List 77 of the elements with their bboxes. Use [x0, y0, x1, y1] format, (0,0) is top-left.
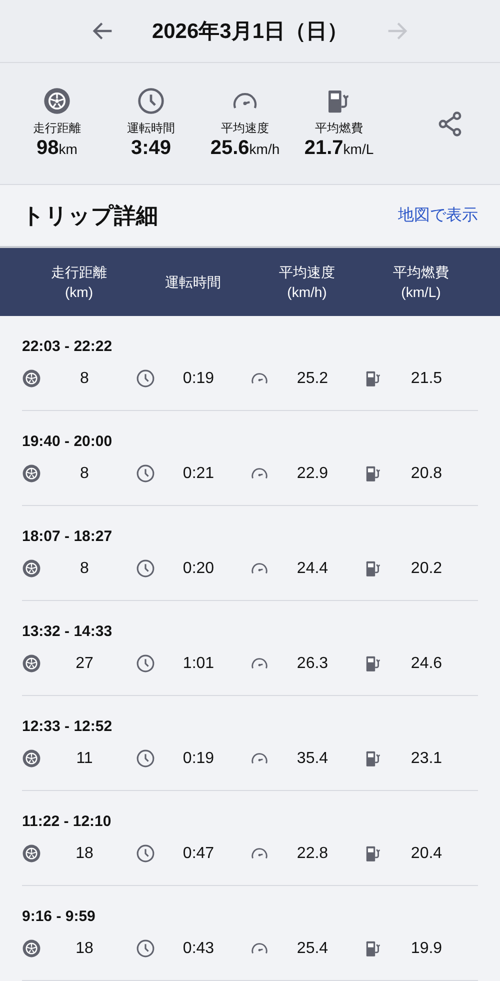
- clock-icon: [136, 844, 155, 863]
- wheel-icon: [22, 749, 41, 768]
- table-cell-text: 27: [74, 654, 94, 672]
- table-cell-text: 11: [75, 750, 94, 768]
- wheel-icon: [22, 369, 41, 388]
- table-cell-text: 25.4: [296, 940, 330, 958]
- trip-time-range: 12:33 - 12:52: [22, 718, 114, 735]
- table-cell-text: 21.5: [410, 370, 444, 388]
- summary-label: 平均燃費: [315, 120, 363, 137]
- summary-label: 走行距離: [33, 120, 81, 137]
- table-cell-text: 22.8: [296, 844, 330, 862]
- column-header: 平均速度: [279, 263, 335, 282]
- clock-icon: [136, 654, 155, 673]
- column-header: 運転時間: [165, 273, 221, 292]
- clock-icon: [136, 369, 155, 388]
- column-header: 平均燃費: [393, 263, 449, 282]
- table-cell-text: 24.4: [296, 560, 330, 578]
- table-cell-text: 19.9: [410, 940, 444, 958]
- clock-icon: [136, 559, 155, 578]
- table-cell-text: 8: [79, 370, 90, 388]
- fuel-pump-icon: [364, 369, 383, 388]
- fuel-pump-icon: [364, 939, 383, 958]
- table-cell-text: 20.4: [410, 844, 444, 862]
- clock-icon: [136, 939, 155, 958]
- trip-time-range: 11:22 - 12:10: [22, 813, 112, 830]
- table-cell-text: 8: [79, 464, 90, 482]
- fuel-pump-icon: [364, 749, 383, 768]
- table-cell-text: 0:43: [182, 940, 216, 958]
- table-cell-text: 0:19: [182, 370, 216, 388]
- table-cell-text: 1:01: [182, 654, 216, 672]
- fuel-pump-icon: [364, 654, 383, 673]
- trip-time-range: 9:16 - 9:59: [22, 908, 96, 925]
- wheel-icon: [22, 464, 41, 483]
- table-cell-text: 18: [74, 844, 94, 862]
- trip-time-range: 13:32 - 14:33: [22, 623, 114, 640]
- clock-icon: [137, 87, 165, 115]
- table-cell-text: 0:21: [182, 464, 216, 482]
- column-unit: (km/L): [401, 283, 441, 302]
- wheel-icon: [22, 939, 41, 958]
- summary-value: 21.7km/L: [304, 137, 374, 160]
- wheel-icon: [43, 87, 71, 115]
- fuel-pump-icon: [364, 464, 383, 483]
- wheel-icon: [22, 844, 41, 863]
- wheel-icon: [22, 559, 41, 578]
- table-cell-text: 25.2: [296, 370, 330, 388]
- summary-value: 3:49: [130, 137, 172, 160]
- table-cell-text: 0:47: [182, 844, 216, 862]
- map-link[interactable]: 地図で表示: [398, 205, 478, 226]
- table-cell-text: 23.1: [410, 750, 444, 768]
- clock-icon: [136, 464, 155, 483]
- table-cell-text: 20.2: [410, 560, 444, 578]
- fuel-pump-icon: [364, 559, 383, 578]
- wheel-icon: [22, 654, 41, 673]
- table-cell-text: 24.6: [410, 654, 444, 672]
- column-unit: (km): [65, 283, 93, 302]
- table-cell-text: 0:19: [182, 750, 216, 768]
- table-cell-text: 0:20: [182, 560, 216, 578]
- summary-value: 25.6km/h: [210, 137, 280, 160]
- table-cell-text: 26.3: [296, 654, 330, 672]
- table-cell-text: 22.9: [296, 464, 330, 482]
- summary-label: 平均速度: [221, 120, 269, 137]
- table-cell-text: 8: [79, 560, 90, 578]
- share-icon[interactable]: [436, 110, 464, 138]
- table-cell-text: 20.8: [410, 464, 444, 482]
- table-cell-text: 35.4: [296, 750, 330, 768]
- clock-icon: [136, 749, 155, 768]
- date-title: 2026年3月1日（日）: [152, 19, 348, 45]
- column-header: 走行距離: [51, 263, 107, 282]
- summary-value: 98km: [36, 137, 78, 160]
- trip-time-range: 18:07 - 18:27: [22, 528, 114, 545]
- summary-label: 運転時間: [127, 120, 175, 137]
- trip-time-range: 22:03 - 22:22: [22, 338, 114, 355]
- trip-time-range: 19:40 - 20:00: [22, 433, 114, 450]
- column-unit: (km/h): [287, 283, 327, 302]
- fuel-pump-icon: [364, 844, 383, 863]
- table-cell-text: 18: [74, 940, 94, 958]
- section-title: トリップ詳細: [22, 202, 158, 230]
